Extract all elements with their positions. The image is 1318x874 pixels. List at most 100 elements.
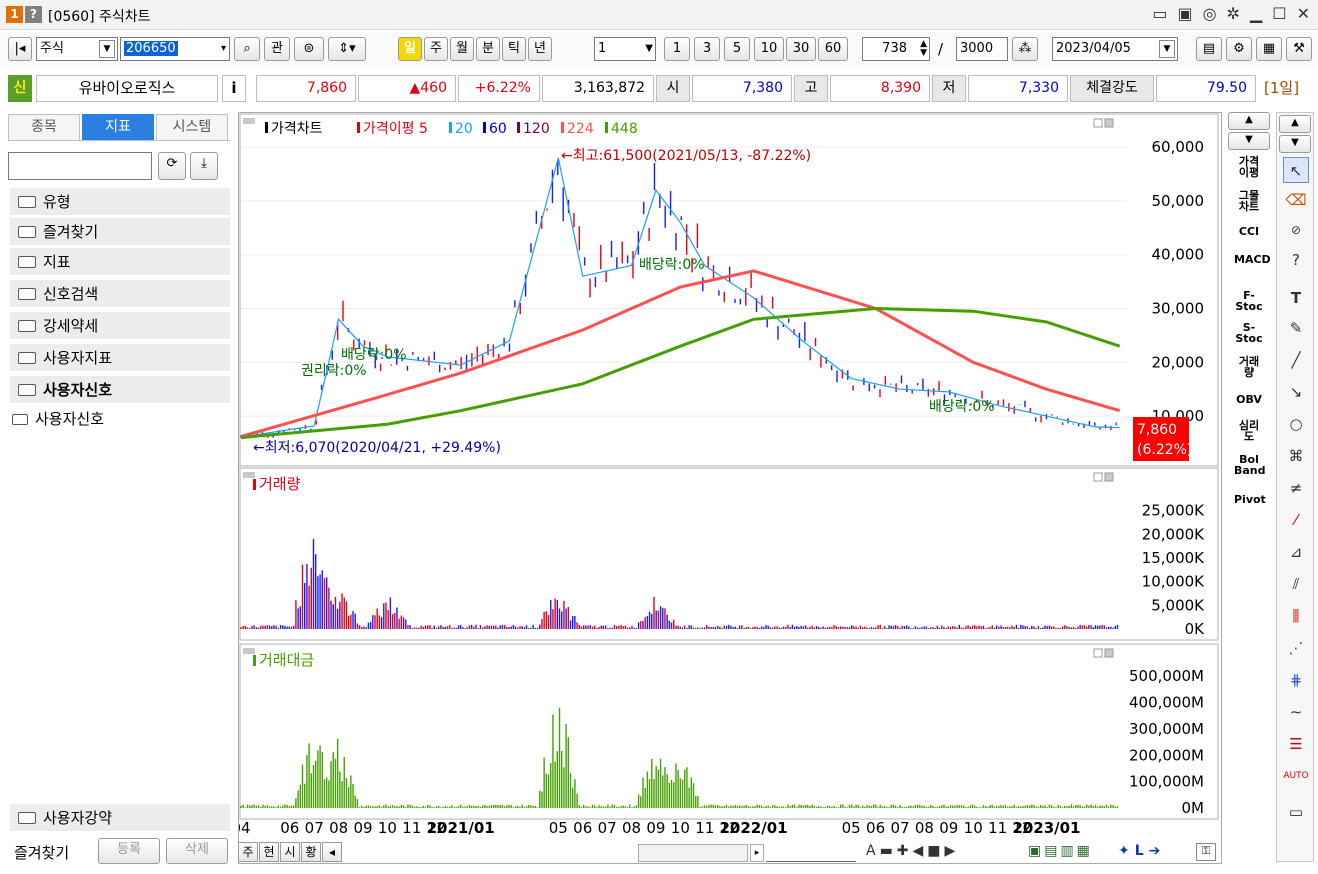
tool-scroll-down-icon[interactable]: ▼ — [1279, 135, 1311, 153]
interval-3-button[interactable]: 3 — [694, 37, 720, 61]
folder-indicator[interactable]: 지표 — [10, 248, 230, 276]
gwan-button[interactable]: 관 — [264, 37, 290, 61]
circle-tool-icon[interactable]: ○ — [1283, 411, 1309, 437]
date-select[interactable]: 2023/04/05 ▼ — [1052, 37, 1178, 61]
camera-icon[interactable]: ◎ — [1203, 4, 1217, 23]
cycle-tool-icon[interactable]: ⫼ — [1283, 603, 1309, 629]
view-si-button[interactable]: 시 — [280, 842, 300, 862]
scroll-down-icon[interactable]: ▼ — [1228, 132, 1270, 150]
settings-gear-icon[interactable]: ✲ — [1227, 4, 1240, 23]
pane-handle-icon[interactable] — [243, 648, 255, 654]
level-tool-icon[interactable]: ☰ — [1283, 731, 1309, 757]
folder-type[interactable]: 유형 — [10, 188, 230, 216]
tool-config-icon[interactable]: ⚒ — [1286, 37, 1312, 61]
register-button[interactable]: 등록 — [98, 838, 160, 864]
display-count-input[interactable]: 738 ▲ ▼ — [862, 37, 930, 61]
tab-stock[interactable]: 종목 — [8, 114, 80, 140]
scroll-right-icon[interactable]: ▸ — [750, 844, 764, 862]
stock-name[interactable]: 유바이오로직스 — [36, 75, 218, 102]
layout-icon[interactable]: ▣ — [1177, 4, 1192, 23]
period-minute-button[interactable]: 분 — [476, 37, 500, 61]
period-day-button[interactable]: 일 — [398, 37, 422, 61]
scroll-left-button[interactable]: ◂ — [322, 842, 342, 862]
close-icon[interactable]: ✕ — [1297, 4, 1310, 23]
chart-pane-2[interactable] — [239, 467, 1219, 641]
indicator-shortcut-5[interactable]: S-Stoc — [1228, 322, 1270, 344]
pane-handle-icon[interactable] — [243, 118, 255, 124]
chart-pane-1[interactable] — [239, 113, 1219, 467]
total-count-input[interactable]: 3000 — [956, 37, 1008, 61]
pane-handle-icon[interactable] — [243, 472, 255, 478]
view-hyeon-button[interactable]: 현 — [259, 842, 279, 862]
period-month-button[interactable]: 월 — [450, 37, 474, 61]
gann-tool-icon[interactable]: ⁄ — [1283, 507, 1309, 533]
zoom-slider[interactable] — [766, 844, 856, 862]
period-week-button[interactable]: 주 — [424, 37, 448, 61]
indicator-shortcut-2[interactable]: CCI — [1228, 226, 1270, 237]
wave-tool-icon[interactable]: ∼ — [1283, 699, 1309, 725]
interval-5-button[interactable]: 5 — [724, 37, 750, 61]
help-tool-icon[interactable]: ? — [1283, 247, 1309, 273]
chart-canvas[interactable]: 60,00050,00040,00030,00020,00010,000가격차트… — [239, 113, 1221, 863]
channel-tool-icon[interactable]: ⋕ — [1283, 667, 1309, 693]
stepper-icon[interactable]: ⇕▾ — [328, 37, 366, 61]
pattern-tool-icon[interactable]: ⌘ — [1283, 443, 1309, 469]
chart-settings-icon[interactable]: ⚙ — [1226, 37, 1252, 61]
folder-user-indicator[interactable]: 사용자지표 — [10, 344, 230, 372]
period-year-button[interactable]: 년 — [528, 37, 552, 61]
view-ju-button[interactable]: 주 — [238, 842, 258, 862]
delete-button[interactable]: 삭제 — [166, 838, 228, 864]
folder-signal-search[interactable]: 신호검색 — [10, 280, 230, 308]
user-signal-item[interactable]: 사용자신호 — [12, 408, 104, 429]
erase-all-icon[interactable]: ⊘ — [1283, 217, 1309, 243]
line-tool-icon[interactable]: ╱ — [1283, 347, 1309, 373]
zoom-fit-icon[interactable]: ⁂ — [1012, 37, 1038, 61]
arrow-line-icon[interactable]: ↘ — [1283, 379, 1309, 405]
pane-close-icon[interactable] — [1104, 648, 1114, 658]
auto-trend-icon[interactable]: AUTO — [1283, 763, 1309, 789]
indicator-shortcut-1[interactable]: 그물차트 — [1228, 190, 1270, 212]
export-tools-icon[interactable]: ▣▤▥▦ — [1028, 843, 1093, 859]
indicator-shortcut-8[interactable]: 심리도 — [1228, 420, 1270, 442]
fan-tool-icon[interactable]: ⊿ — [1283, 539, 1309, 565]
cursor-icon[interactable]: ↖ — [1283, 157, 1309, 183]
view-hwang-button[interactable]: 황 — [301, 842, 321, 862]
indicator-shortcut-3[interactable]: MACD — [1228, 254, 1271, 265]
indicator-search-input[interactable] — [8, 152, 152, 180]
interval-60-button[interactable]: 60 — [818, 37, 848, 61]
regression-tool-icon[interactable]: ⋰ — [1283, 635, 1309, 661]
tab-system[interactable]: 시스템 — [156, 114, 228, 140]
chart-window-icon[interactable]: ▤ — [1196, 37, 1222, 61]
tab-indicator[interactable]: 지표 — [82, 114, 154, 140]
folder-user-strength[interactable]: 사용자강약 — [10, 804, 230, 832]
search-icon[interactable]: ⌕ — [234, 37, 260, 61]
first-record-icon[interactable]: |◂ — [8, 37, 32, 61]
tool-scroll-up-icon[interactable]: ▲ — [1279, 115, 1311, 133]
indicator-shortcut-4[interactable]: F-Stoc — [1228, 290, 1270, 312]
folder-user-signal[interactable]: 사용자신호 — [10, 376, 230, 404]
scroll-up-icon[interactable]: ▲ — [1228, 112, 1270, 130]
indicator-shortcut-9[interactable]: Bol Band — [1228, 454, 1270, 476]
interval-10-button[interactable]: 10 — [754, 37, 784, 61]
chart-option-icon[interactable]: ⚿ — [1196, 843, 1216, 861]
folder-strength[interactable]: 강세약세 — [10, 312, 230, 340]
indicator-shortcut-0[interactable]: 가격이평 — [1228, 156, 1270, 178]
indicator-shortcut-7[interactable]: OBV — [1228, 394, 1270, 405]
link-toggle-icon[interactable]: ⊜ — [294, 37, 324, 61]
save-chart-icon[interactable]: ▦ — [1256, 37, 1282, 61]
stock-code-input[interactable]: 206650 ▾ — [120, 37, 230, 61]
memo-icon[interactable]: ▭ — [1152, 4, 1167, 23]
eraser-icon[interactable]: ⌫ — [1283, 187, 1309, 213]
brush-icon[interactable]: ✎ — [1283, 315, 1309, 341]
refresh-icon[interactable]: ⟳ — [158, 152, 186, 180]
download-icon[interactable]: ⤓ — [190, 152, 218, 180]
arrow-nav-icon[interactable]: ✦L➔ — [1118, 843, 1165, 859]
interval-1-button[interactable]: 1 — [664, 37, 690, 61]
nav-controls-icon[interactable]: A▬✚◀■▶ — [866, 843, 959, 859]
window-tool-icon[interactable]: ▭ — [1283, 799, 1309, 825]
indicator-shortcut-6[interactable]: 거래량 — [1228, 356, 1270, 378]
parallel-tool-icon[interactable]: ⫽ — [1283, 571, 1309, 597]
indicator-shortcut-10[interactable]: Pivot — [1228, 494, 1270, 505]
horizontal-scrollbar[interactable] — [638, 844, 748, 862]
pane-close-icon[interactable] — [1104, 118, 1114, 128]
